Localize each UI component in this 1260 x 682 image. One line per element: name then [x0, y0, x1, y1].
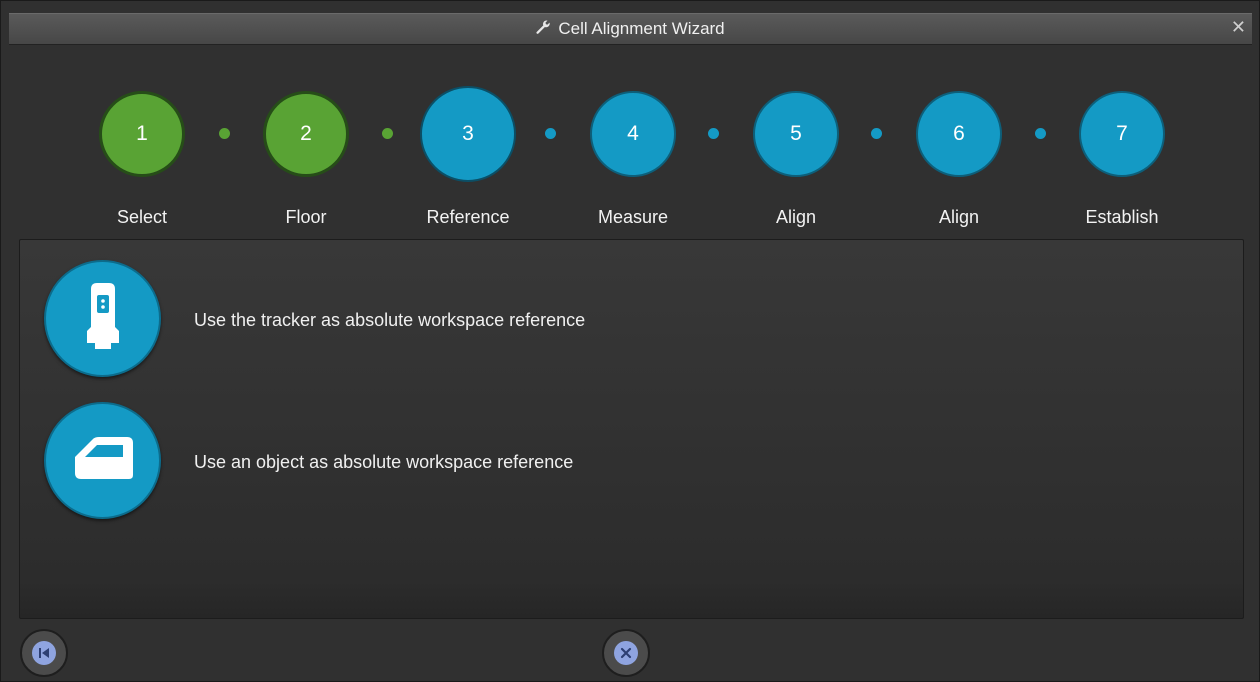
step-connector-dot	[219, 128, 230, 139]
step-number: 1	[136, 122, 148, 145]
step-7-circle[interactable]: 7	[1079, 91, 1165, 177]
tracker-reference-label[interactable]: Use the tracker as absolute workspace re…	[194, 310, 585, 331]
step-4-circle[interactable]: 4	[590, 91, 676, 177]
wizard-window: Cell Alignment Wizard ✕ 1 2 3 4 5 6 7 Se…	[0, 0, 1260, 682]
step-2-circle[interactable]: 2	[263, 91, 349, 177]
window-title: Cell Alignment Wizard	[558, 19, 725, 38]
wrench-icon	[536, 20, 551, 38]
object-reference-label[interactable]: Use an object as absolute workspace refe…	[194, 452, 573, 473]
tracker-icon	[83, 283, 123, 354]
step-3-circle[interactable]: 3	[420, 86, 516, 182]
step-1-circle[interactable]: 1	[99, 91, 185, 177]
step-number: 7	[1116, 122, 1128, 145]
step-number: 5	[790, 122, 802, 145]
step-number: 6	[953, 122, 965, 145]
step-connector-dot	[871, 128, 882, 139]
cancel-button[interactable]	[602, 629, 650, 677]
step-label: Establish	[1085, 207, 1159, 227]
step-connector-dot	[1035, 128, 1046, 139]
cancel-icon	[614, 641, 638, 665]
step-6-circle[interactable]: 6	[916, 91, 1002, 177]
title-bar: Cell Alignment Wizard ✕	[9, 13, 1252, 45]
wizard-stepper: 1 2 3 4 5 6 7 Select Floor Reference Mea…	[1, 43, 1260, 239]
step-label: Align	[775, 207, 817, 227]
step-connector-dot	[382, 128, 393, 139]
step-label: Align	[938, 207, 980, 227]
close-icon[interactable]: ✕	[1231, 17, 1246, 38]
object-icon	[71, 435, 135, 486]
step-label: Measure	[597, 207, 669, 227]
step-5-circle[interactable]: 5	[753, 91, 839, 177]
options-panel: Use the tracker as absolute workspace re…	[19, 239, 1244, 619]
step-number: 2	[300, 122, 312, 145]
step-number: 3	[462, 122, 474, 145]
step-connector-dot	[708, 128, 719, 139]
step-label: Select	[116, 207, 168, 227]
tracker-reference-button[interactable]	[44, 260, 161, 377]
step-label: Floor	[285, 207, 327, 227]
back-button[interactable]	[20, 629, 68, 677]
object-reference-button[interactable]	[44, 402, 161, 519]
step-number: 4	[627, 122, 639, 145]
skip-back-icon	[32, 641, 56, 665]
step-connector-dot	[545, 128, 556, 139]
step-label: Reference	[426, 207, 510, 227]
